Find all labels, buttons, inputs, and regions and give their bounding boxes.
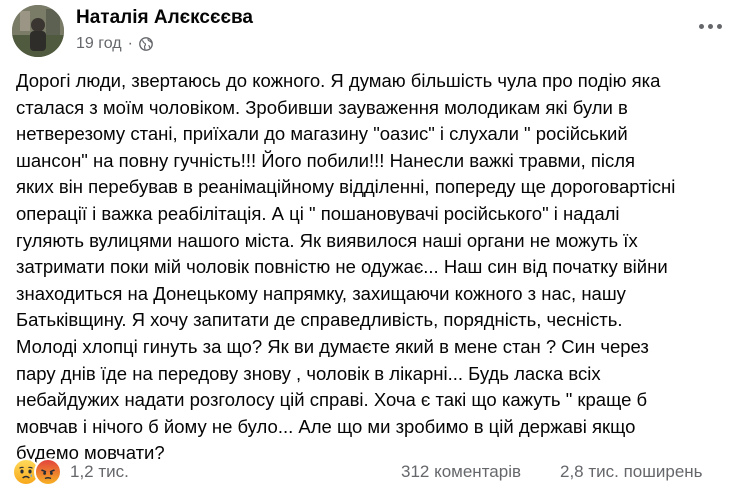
post-text-line: затримати поки мій чоловік повністю не о… — [16, 256, 668, 278]
post-text-line: Молоді хлопці гинуть за що? Як ви думаєт… — [16, 335, 649, 357]
reactions-summary[interactable]: 1,2 тис. — [12, 458, 129, 486]
post-footer: 1,2 тис. 312 коментарів 2,8 тис. поширен… — [0, 452, 740, 492]
post-text-line: пару днів їде на передову знову , чолові… — [16, 362, 601, 384]
post-text-line: Дорогі люди, звертаюсь до кожного. Я дум… — [16, 70, 661, 91]
reaction-count: 1,2 тис. — [70, 462, 129, 481]
post-text-line: нетверезому стані, приїхали до магазину … — [16, 123, 628, 145]
post-text-line: гуляють вулицями нашого міста. Як виявил… — [16, 229, 638, 251]
post-text-line: сталася з моїм чоловіком. Зробивши заува… — [16, 96, 628, 118]
post-text: Дорогі люди, звертаюсь до кожного. Я дум… — [16, 68, 728, 467]
shares-count[interactable]: 2,8 тис. поширень — [560, 462, 703, 482]
more-dot — [707, 23, 713, 29]
post-text-line: шансон" на повну гучність!!! Його побили… — [16, 149, 636, 171]
post-text-line: небайдужих надати розголосу цій справі. … — [16, 389, 648, 411]
globe-icon[interactable] — [139, 37, 153, 51]
angry-reaction-icon — [34, 458, 62, 486]
post-text-line: Батьківщину. Я хочу запитати де справедл… — [16, 309, 623, 331]
more-dot — [698, 23, 704, 29]
more-options-icon[interactable] — [696, 12, 724, 40]
author-name[interactable]: Наталія Алєксєєва — [76, 7, 253, 29]
facebook-post: Наталія Алєксєєва 19 год · Дорогі люди, … — [0, 0, 740, 497]
more-dot — [716, 23, 722, 29]
post-text-line: операції і важка реабілітація. А ці " по… — [16, 202, 620, 224]
post-text-line: знаходиться на Донецькому напрямку, захи… — [16, 282, 626, 304]
post-time[interactable]: 19 год — [76, 35, 122, 53]
meta-separator: · — [127, 35, 133, 52]
author-avatar[interactable] — [12, 5, 64, 57]
comments-count[interactable]: 312 коментарів — [401, 462, 521, 482]
post-text-line: мовчав і нічого б йому не було... Але що… — [16, 415, 636, 437]
post-meta: 19 год · — [76, 35, 153, 53]
post-text-line: яких він перебував в реанімаційному відд… — [16, 176, 676, 198]
